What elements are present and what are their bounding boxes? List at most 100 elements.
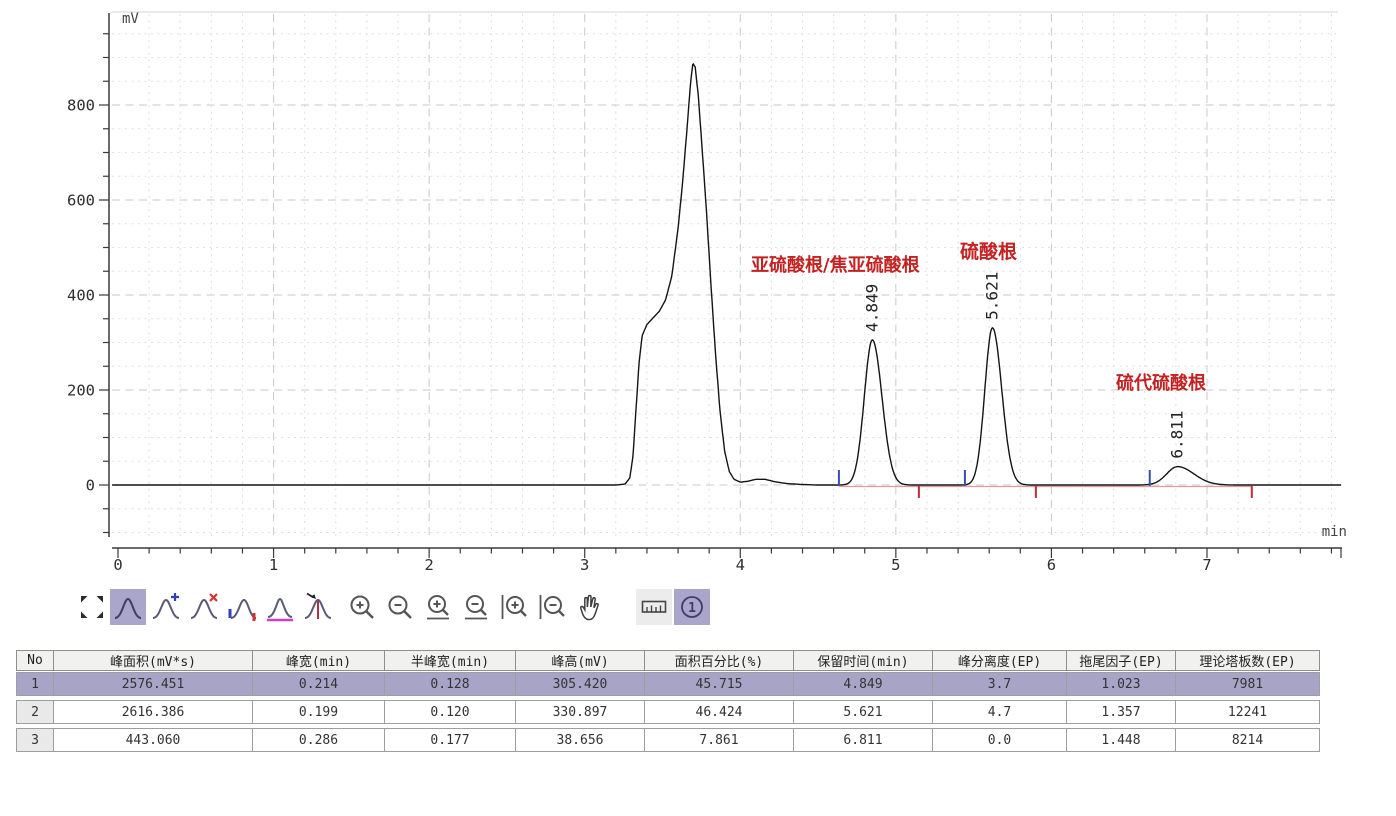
table-header-cell: 理论塔板数(EP) xyxy=(1175,650,1320,671)
table-cell: 0.214 xyxy=(252,672,385,696)
zoom-out-button[interactable] xyxy=(382,589,418,625)
x-tick-label: 6 xyxy=(1047,556,1056,574)
y-tick-label: 400 xyxy=(67,287,95,305)
zoom-in-vertical-icon xyxy=(499,592,529,622)
table-cell: 4.849 xyxy=(793,672,933,696)
add-peak-icon xyxy=(151,592,181,622)
zoom-out-horizontal-button[interactable] xyxy=(458,589,494,625)
table-cell: 443.060 xyxy=(53,728,253,752)
peak-icon xyxy=(113,592,143,622)
x-tick-label: 4 xyxy=(736,556,745,574)
peak-label-sulfate: 硫酸根 xyxy=(960,237,1017,264)
peak-label-thiosulfate: 硫代硫酸根 xyxy=(1116,369,1206,395)
table-cell: 1 xyxy=(16,672,54,696)
table-header-cell: 面积百分比(%) xyxy=(644,650,794,671)
set-baseline-button[interactable] xyxy=(262,589,298,625)
table-header-cell: 保留时间(min) xyxy=(793,650,933,671)
peak-rt-label: 6.811 xyxy=(1168,410,1187,458)
set-peak-bounds-icon xyxy=(227,592,257,622)
y-tick-label: 600 xyxy=(67,192,95,210)
table-cell: 1.357 xyxy=(1066,700,1176,724)
table-cell: 305.420 xyxy=(515,672,645,696)
table-cell: 0.286 xyxy=(252,728,385,752)
table-cell: 46.424 xyxy=(644,700,794,724)
table-cell: 1.023 xyxy=(1066,672,1176,696)
x-tick-label: 1 xyxy=(269,556,278,574)
zoom-in-icon xyxy=(347,592,377,622)
x-tick-label: 7 xyxy=(1202,556,1211,574)
table-cell: 8214 xyxy=(1175,728,1320,752)
table-header-row: No峰面积(mV*s)峰宽(min)半峰宽(min)峰高(mV)面积百分比(%)… xyxy=(16,650,1332,671)
zoom-in-button[interactable] xyxy=(344,589,380,625)
table-cell: 0.120 xyxy=(384,700,516,724)
table-cell: 45.715 xyxy=(644,672,794,696)
table-cell: 2616.386 xyxy=(53,700,253,724)
circled-1-icon: 1 xyxy=(677,592,707,622)
peak-results-table: No峰面积(mV*s)峰宽(min)半峰宽(min)峰高(mV)面积百分比(%)… xyxy=(16,650,1332,756)
zoom-in-horizontal-icon xyxy=(423,592,453,622)
fit-view-button[interactable] xyxy=(80,594,104,620)
table-cell: 1.448 xyxy=(1066,728,1176,752)
split-peak-icon xyxy=(303,592,333,622)
table-row[interactable]: 22616.3860.1990.120330.89746.4245.6214.7… xyxy=(16,700,1332,724)
table-header-cell: 峰分离度(EP) xyxy=(932,650,1067,671)
table-cell: 3 xyxy=(16,728,54,752)
x-axis-unit-label: min xyxy=(1322,524,1347,540)
zoom-out-vertical-button[interactable] xyxy=(534,589,570,625)
table-cell: 7981 xyxy=(1175,672,1320,696)
chromatogram-plot[interactable]: 4.8495.6216.8110200400600800mV01234567mi… xyxy=(0,0,1396,582)
table-cell: 0.0 xyxy=(932,728,1067,752)
table-header-cell: 拖尾因子(EP) xyxy=(1066,650,1176,671)
delete-peak-icon xyxy=(189,592,219,622)
svg-text:1: 1 xyxy=(688,601,696,616)
chromatography-workstation: 4.8495.6216.8110200400600800mV01234567mi… xyxy=(0,0,1396,816)
split-peak-button[interactable] xyxy=(300,589,336,625)
table-cell: 0.177 xyxy=(384,728,516,752)
delete-peak-button[interactable] xyxy=(186,589,222,625)
y-tick-label: 200 xyxy=(67,382,95,400)
table-cell: 2 xyxy=(16,700,54,724)
zoom-out-horizontal-icon xyxy=(461,592,491,622)
zoom-out-vertical-icon xyxy=(537,592,567,622)
table-header-cell: No xyxy=(16,650,54,671)
table-header-cell: 峰宽(min) xyxy=(252,650,385,671)
peak-label-sulfite: 亚硫酸根/焦亚硫酸根 xyxy=(751,251,920,277)
peak-tool-button[interactable] xyxy=(110,589,146,625)
table-cell: 5.621 xyxy=(793,700,933,724)
table-cell: 3.7 xyxy=(932,672,1067,696)
table-cell: 330.897 xyxy=(515,700,645,724)
zoom-in-horizontal-button[interactable] xyxy=(420,589,456,625)
x-tick-label: 3 xyxy=(580,556,589,574)
x-tick-label: 2 xyxy=(424,556,433,574)
chromatogram-curve xyxy=(112,64,1341,485)
plot-toolbar: 1 xyxy=(80,586,712,628)
y-axis-unit-label: mV xyxy=(122,11,139,27)
zoom-in-vertical-button[interactable] xyxy=(496,589,532,625)
zoom-out-icon xyxy=(385,592,415,622)
measure-ruler-button[interactable] xyxy=(636,589,672,625)
add-peak-button[interactable] xyxy=(148,589,184,625)
set-peak-bounds-button[interactable] xyxy=(224,589,260,625)
x-tick-label: 0 xyxy=(113,556,122,574)
ruler-icon xyxy=(639,592,669,622)
table-cell: 6.811 xyxy=(793,728,933,752)
table-cell: 7.861 xyxy=(644,728,794,752)
set-baseline-icon xyxy=(265,592,295,622)
peak-rt-label: 4.849 xyxy=(862,284,881,332)
pan-hand-icon xyxy=(575,592,605,622)
peak-rt-label: 5.621 xyxy=(982,272,1001,320)
table-row[interactable]: 3443.0600.2860.17738.6567.8616.8110.01.4… xyxy=(16,728,1332,752)
table-cell: 38.656 xyxy=(515,728,645,752)
x-tick-label: 5 xyxy=(891,556,900,574)
table-header-cell: 峰高(mV) xyxy=(515,650,645,671)
fit-view-icon xyxy=(80,595,104,619)
table-header-cell: 峰面积(mV*s) xyxy=(53,650,253,671)
pan-hand-button[interactable] xyxy=(572,589,608,625)
table-row[interactable]: 12576.4510.2140.128305.42045.7154.8493.7… xyxy=(16,672,1332,696)
table-header-cell: 半峰宽(min) xyxy=(384,650,516,671)
table-cell: 0.199 xyxy=(252,700,385,724)
y-tick-label: 800 xyxy=(67,97,95,115)
table-cell: 12241 xyxy=(1175,700,1320,724)
table-cell: 0.128 xyxy=(384,672,516,696)
overlay-view-1-button[interactable]: 1 xyxy=(674,589,710,625)
